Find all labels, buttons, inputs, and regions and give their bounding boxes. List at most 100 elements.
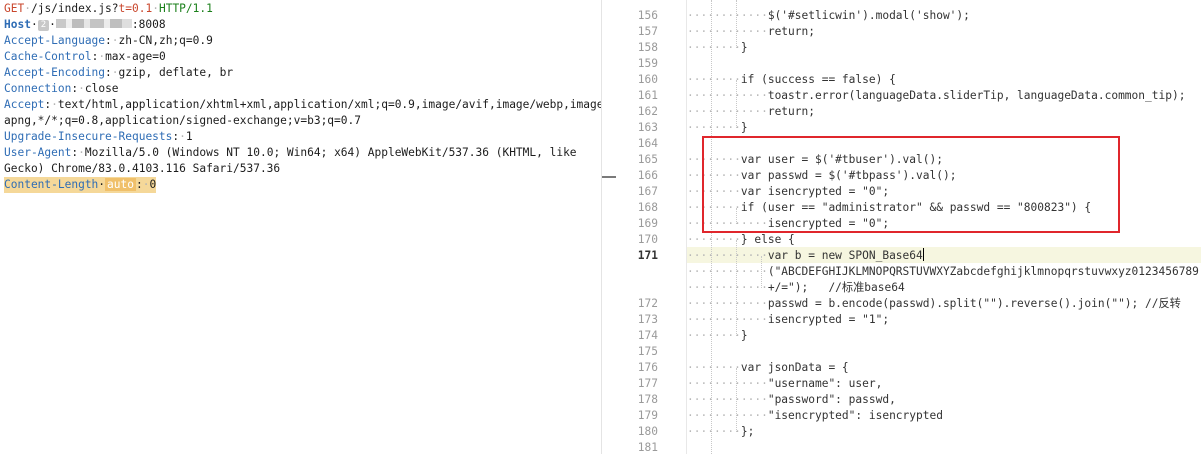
header-cache-control: Cache-Control:·max-age=0 — [4, 50, 166, 63]
header-host: Host· 2 ·:8008 — [4, 18, 166, 31]
line-number: 162 — [637, 105, 658, 118]
header-accept-cont: apng,*/*;q=0.8,application/signed-exchan… — [4, 113, 361, 129]
whitespace-marker: ············ — [687, 281, 768, 294]
whitespace-marker: ········ — [687, 233, 741, 246]
line-number: 166 — [637, 169, 658, 182]
header-connection: Connection:·close — [4, 82, 119, 95]
header-upgrade: Upgrade-Insecure-Requests:·1 — [4, 130, 193, 143]
code-line[interactable]: ············"username": user, — [687, 376, 882, 392]
code-text: } — [740, 329, 748, 342]
code-text: "username": user, — [767, 377, 883, 390]
code-line[interactable]: ············isencrypted = "1"; — [687, 312, 889, 328]
line-number: 171 — [637, 249, 658, 262]
code-text: toastr.error(languageData.sliderTip, lan… — [767, 89, 1186, 102]
header-value: 1 — [185, 130, 193, 143]
code-line[interactable]: ············+/="); //标准base64 — [687, 280, 905, 296]
header-name: User-Agent — [4, 146, 72, 159]
header-value: 0 — [149, 178, 157, 191]
line-number: 161 — [637, 89, 658, 102]
code-text: passwd = b.encode(passwd).split("").reve… — [767, 297, 1181, 310]
code-line[interactable]: ············return; — [687, 24, 815, 40]
line-number: 158 — [637, 41, 658, 54]
line-number: 159 — [637, 57, 658, 70]
whitespace-marker: ············ — [687, 297, 768, 310]
resize-grip-icon[interactable] — [602, 176, 616, 178]
code-text: ("ABCDEFGHIJKLMNOPQRSTUVWXYZabcdefghijkl… — [767, 265, 1199, 278]
whitespace-marker: ············ — [687, 377, 768, 390]
code-text: } else { — [740, 233, 795, 246]
whitespace-marker: ············ — [687, 89, 768, 102]
code-line[interactable]: ············"isencrypted": isencrypted — [687, 408, 943, 424]
code-line[interactable]: ········var jsonData = { — [687, 360, 849, 376]
code-line[interactable]: ········}; — [687, 424, 754, 440]
line-number: 181 — [637, 441, 658, 454]
code-line[interactable]: ············$('#setlicwin').modal('show'… — [687, 8, 970, 24]
whitespace-marker: ········ — [687, 73, 741, 86]
header-name: Host — [4, 18, 31, 31]
line-number: 180 — [637, 425, 658, 438]
code-text: if (success == false) { — [740, 73, 896, 86]
whitespace-marker: ············ — [687, 25, 768, 38]
header-accept-encoding: Accept-Encoding:·gzip, deflate, br — [4, 66, 234, 79]
code-text: isencrypted = "1"; — [767, 313, 890, 326]
host-badge: 2 — [37, 20, 50, 31]
code-line[interactable]: ············("ABCDEFGHIJKLMNOPQRSTUVWXYZ… — [687, 264, 1199, 280]
code-line[interactable]: ········} — [687, 120, 748, 136]
host-port: :8008 — [131, 18, 166, 31]
line-number: 163 — [637, 121, 658, 134]
line-number: 168 — [637, 201, 658, 214]
request-pane[interactable]: GET·/js/index.js?t=0.1·HTTP/1.1 Host· 2 ·:… — [0, 0, 601, 454]
whitespace-marker: ············ — [687, 313, 768, 326]
code-line[interactable]: ········} else { — [687, 232, 795, 248]
code-line[interactable]: ············"password": passwd, — [687, 392, 896, 408]
header-name: Content-Length — [4, 178, 99, 191]
pane-divider[interactable] — [601, 0, 602, 454]
code-text: } — [740, 41, 748, 54]
whitespace-marker: ········ — [687, 41, 741, 54]
code-line[interactable]: ············toastr.error(languageData.sl… — [687, 88, 1185, 104]
code-line[interactable]: ············var b = new SPON_Base64 — [687, 248, 924, 264]
line-number: 160 — [637, 73, 658, 86]
whitespace-marker: ············ — [687, 409, 768, 422]
code-line[interactable]: ········} — [687, 328, 748, 344]
code-line[interactable]: ········} — [687, 40, 748, 56]
annotation-highlight-box — [702, 136, 1120, 233]
whitespace-marker: ············ — [687, 393, 768, 406]
whitespace-marker: ············ — [687, 265, 768, 278]
whitespace-marker: ············ — [687, 9, 768, 22]
line-number: 174 — [637, 329, 658, 342]
header-user-agent-cont: Gecko) Chrome/83.0.4103.116 Safari/537.3… — [4, 161, 280, 177]
line-number: 176 — [637, 361, 658, 374]
request-query: t=0.1 — [118, 2, 153, 15]
code-text: $('#setlicwin').modal('show'); — [767, 9, 970, 22]
line-number: 179 — [637, 409, 658, 422]
code-text: "password": passwd, — [767, 393, 896, 406]
header-value: zh-CN,zh;q=0.9 — [118, 34, 213, 47]
auto-badge: auto — [105, 178, 136, 191]
line-number: 175 — [637, 345, 658, 358]
code-line[interactable]: ············return; — [687, 104, 815, 120]
header-content-length: Content-Length· auto:·0 — [4, 177, 157, 193]
header-name: Cache-Control — [4, 50, 92, 63]
line-number: 165 — [637, 153, 658, 166]
header-name: Upgrade-Insecure-Requests — [4, 130, 173, 143]
line-number: 178 — [637, 393, 658, 406]
header-value: apng,*/*;q=0.8,application/signed-exchan… — [4, 114, 361, 127]
app-window: GET·/js/index.js?t=0.1·HTTP/1.1 Host· 2 ·:… — [0, 0, 1201, 454]
line-number: 172 — [637, 297, 658, 310]
line-number: 177 — [637, 377, 658, 390]
text-cursor — [922, 248, 924, 261]
whitespace-marker: ········ — [687, 329, 741, 342]
code-text: return; — [767, 25, 815, 38]
header-name: Connection — [4, 82, 72, 95]
header-value: text/html,application/xhtml+xml,applicat… — [57, 98, 601, 111]
http-version: HTTP/1.1 — [158, 2, 213, 15]
header-user-agent: User-Agent:·Mozilla/5.0 (Windows NT 10.0… — [4, 146, 577, 159]
header-value: Mozilla/5.0 (Windows NT 10.0; Win64; x64… — [84, 146, 577, 159]
header-name: Accept-Encoding — [4, 66, 106, 79]
header-name: Accept — [4, 98, 45, 111]
code-line[interactable]: ········if (success == false) { — [687, 72, 896, 88]
whitespace-marker: ············ — [687, 249, 768, 262]
request-line: GET·/js/index.js?t=0.1·HTTP/1.1 — [4, 2, 213, 15]
code-line[interactable]: ············passwd = b.encode(passwd).sp… — [687, 296, 1181, 312]
